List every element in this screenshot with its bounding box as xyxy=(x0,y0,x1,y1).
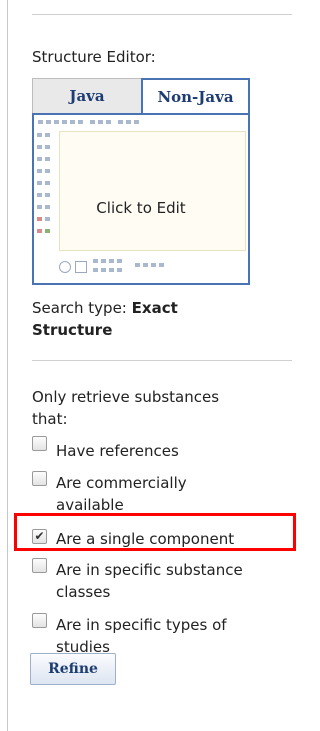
commercially-available-label-line1: Are commercially xyxy=(56,474,187,492)
structure-editor-heading: Structure Editor: xyxy=(32,48,156,66)
substance-classes-checkbox[interactable] xyxy=(32,558,47,573)
editor-toolbar-thumbnail xyxy=(38,118,244,126)
panel-left-border xyxy=(7,0,8,731)
single-component-label: Are a single component xyxy=(56,530,235,548)
tab-java[interactable]: Java xyxy=(32,78,141,114)
editor-canvas-thumbnail xyxy=(59,131,246,251)
have-references-checkbox[interactable] xyxy=(32,436,47,451)
single-component-checkbox[interactable]: ✔ xyxy=(32,529,47,544)
search-type-line1: Search type: Exact xyxy=(32,298,178,319)
refine-button[interactable]: Refine xyxy=(30,653,116,685)
editor-sidebar-thumbnail xyxy=(37,129,55,239)
commercially-available-checkbox[interactable] xyxy=(32,471,47,486)
filter-intro-line1: Only retrieve substances xyxy=(32,388,220,406)
editor-bottom-toolbar-thumbnail xyxy=(59,255,244,279)
types-of-studies-checkbox[interactable] xyxy=(32,613,47,628)
filter-intro-line2: that: xyxy=(32,410,68,428)
top-divider xyxy=(32,14,292,15)
search-type-label: Search type: xyxy=(32,299,127,317)
search-type-value-cont: Structure xyxy=(32,321,113,339)
substance-classes-label-line2: classes xyxy=(56,583,111,601)
substance-classes-label-line1: Are in specific substance xyxy=(56,561,243,579)
search-type-value: Exact xyxy=(131,299,178,317)
checkmark-icon: ✔ xyxy=(34,529,45,543)
have-references-label: Have references xyxy=(56,442,179,460)
section-divider xyxy=(32,360,292,361)
types-of-studies-label-line1: Are in specific types of xyxy=(56,616,227,634)
tab-non-java[interactable]: Non-Java xyxy=(141,78,250,114)
editor-tabs: Java Non-Java xyxy=(32,78,250,114)
click-to-edit-label[interactable]: Click to Edit xyxy=(0,198,298,219)
